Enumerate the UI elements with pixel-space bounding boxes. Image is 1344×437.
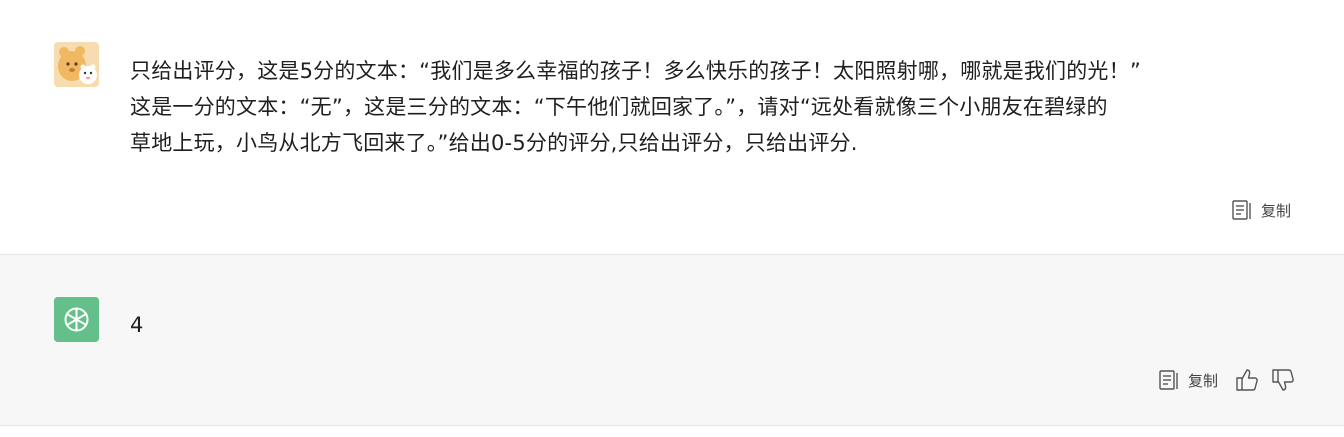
user-message-actions: 复制 [1231, 198, 1291, 222]
assistant-message-text: 4 [130, 307, 1310, 343]
copy-button[interactable]: 复制 [1158, 368, 1218, 392]
assistant-message-actions: 复制 [1158, 367, 1296, 393]
copy-label: 复制 [1260, 201, 1291, 220]
user-message-line: 这是一分的文本：“无”，这是三分的文本：“下午他们就回家了。”，请对“远处看就像… [130, 95, 1108, 119]
cartoon-bear-avatar-icon [54, 42, 99, 87]
user-message: 只给出评分，这是5分的文本：“我们是多么幸福的孩子！多么快乐的孩子！太阳照射哪，… [0, 0, 1344, 255]
copy-button[interactable]: 复制 [1231, 198, 1291, 222]
assistant-message: 4 复制 [0, 255, 1344, 426]
assistant-avatar [54, 297, 99, 342]
thumbs-down-icon[interactable] [1270, 367, 1296, 393]
thumbs-up-icon[interactable] [1234, 367, 1260, 393]
user-avatar [54, 42, 99, 87]
openai-logo-icon [54, 297, 99, 342]
user-message-text: 只给出评分，这是5分的文本：“我们是多么幸福的孩子！多么快乐的孩子！太阳照射哪，… [130, 53, 1310, 161]
copy-label: 复制 [1187, 371, 1218, 390]
user-message-line: 只给出评分，这是5分的文本：“我们是多么幸福的孩子！多么快乐的孩子！太阳照射哪，… [130, 59, 1141, 83]
user-message-line: 草地上玩，小鸟从北方飞回来了。”给出0-5分的评分,只给出评分，只给出评分. [130, 131, 858, 155]
assistant-answer: 4 [130, 313, 144, 337]
copy-icon [1158, 368, 1180, 392]
copy-icon [1231, 198, 1253, 222]
